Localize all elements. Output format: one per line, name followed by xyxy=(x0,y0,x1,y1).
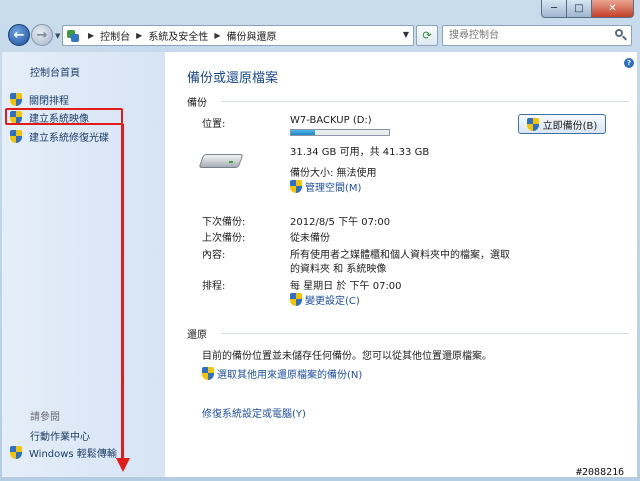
manage-space-link[interactable]: 管理空間(M) xyxy=(290,179,361,194)
back-button[interactable]: ← xyxy=(8,24,30,46)
close-button[interactable]: ✕ xyxy=(592,0,634,18)
change-settings-link[interactable]: 變更設定(C) xyxy=(290,292,360,307)
change-settings-label: 變更設定(C) xyxy=(305,296,360,307)
control-panel-icon xyxy=(66,29,80,43)
recover-settings-link[interactable]: 修復系統設定或電腦(Y) xyxy=(202,405,306,420)
location-value: W7-BACKUP (D:) xyxy=(290,115,372,126)
sidebar-link-action-center[interactable]: 行動作業中心 xyxy=(30,428,90,443)
breadcrumb-system-security[interactable]: 系統及安全性 xyxy=(148,28,208,43)
sidebar-item-create-repair-disc[interactable]: 建立系統修復光碟 xyxy=(10,128,109,144)
sidebar-item-label: Windows 輕鬆傳輸 xyxy=(29,448,117,460)
manage-space-label: 管理空間(M) xyxy=(305,183,362,194)
uac-shield-icon xyxy=(10,129,22,143)
annotation-arrow-head xyxy=(116,458,130,472)
backup-section-heading: 備份 xyxy=(187,98,207,109)
next-backup-label: 下次備份: xyxy=(202,217,246,228)
address-bar[interactable]: ▶ 控制台 ▶ 系統及安全性 ▶ 備份與還原 ▼ xyxy=(62,25,414,46)
contents-value-line2: 的資料夾 和 系統映像 xyxy=(290,264,387,275)
minimize-button[interactable]: ─ xyxy=(541,0,567,18)
forward-button[interactable]: → xyxy=(31,24,53,46)
breadcrumb-separator[interactable]: ▶ xyxy=(88,31,94,40)
address-dropdown-icon[interactable]: ▼ xyxy=(403,30,409,39)
navigation-bar: ← → ▼ ▶ 控制台 ▶ 系統及安全性 ▶ 備份與還原 ▼ ⟳ xyxy=(0,22,640,50)
disk-usage-bar xyxy=(290,129,390,136)
restore-description: 目前的備份位置並未儲存任何備份。您可以從其他位置還原檔案。 xyxy=(202,351,492,362)
window-controls: ─ □ ✕ xyxy=(541,0,634,18)
window-frame: ─ □ ✕ ← → ▼ ▶ 控制台 ▶ 系統及安全性 ▶ 備份與還原 ▼ ⟳ 控… xyxy=(0,0,640,481)
backup-now-button[interactable]: 立即備份(B) xyxy=(518,114,606,134)
select-other-backup-link[interactable]: 選取其他用來還原檔案的備份(N) xyxy=(202,366,362,381)
annotation-arrow-line xyxy=(121,124,124,460)
breadcrumb-backup-restore[interactable]: 備份與還原 xyxy=(226,28,276,43)
free-space-text: 31.34 GB 可用，共 41.33 GB xyxy=(290,147,430,158)
restore-section-heading: 還原 xyxy=(187,330,207,341)
recent-pages-button[interactable]: ▼ xyxy=(55,32,60,40)
sidebar-link-easy-transfer[interactable]: Windows 輕鬆傳輸 xyxy=(10,444,117,460)
uac-shield-icon xyxy=(10,92,22,106)
location-label: 位置: xyxy=(202,119,226,130)
contents-label: 內容: xyxy=(202,250,226,261)
uac-shield-icon xyxy=(526,117,539,131)
breadcrumb-separator[interactable]: ▶ xyxy=(136,31,142,40)
see-also-heading: 請參閱 xyxy=(30,412,60,423)
search-input[interactable] xyxy=(442,25,632,46)
breadcrumb-separator[interactable]: ▶ xyxy=(214,31,220,40)
sidebar-item-label: 關閉排程 xyxy=(29,95,69,107)
sidebar-control-panel-home[interactable]: 控制台首頁 xyxy=(30,64,80,79)
refresh-button[interactable]: ⟳ xyxy=(416,25,438,46)
uac-shield-icon xyxy=(10,445,22,459)
annotation-highlight-box xyxy=(5,108,123,125)
search-icon[interactable] xyxy=(614,28,628,42)
uac-shield-icon xyxy=(202,367,214,380)
schedule-value: 每 星期日 於 下午 07:00 xyxy=(290,281,402,292)
disk-usage-fill xyxy=(291,130,315,135)
next-backup-value: 2012/8/5 下午 07:00 xyxy=(290,217,391,228)
schedule-label: 排程: xyxy=(202,281,226,292)
main-content: ? 備份或還原檔案 備份 位置: W7-BACKUP (D:) 31.34 GB… xyxy=(165,52,637,477)
select-other-backup-label: 選取其他用來還原檔案的備份(N) xyxy=(217,370,363,381)
maximize-button[interactable]: □ xyxy=(567,0,592,18)
breadcrumb-control-panel[interactable]: 控制台 xyxy=(100,28,130,43)
page-title: 備份或還原檔案 xyxy=(187,71,279,86)
watermark-id: #2088216 xyxy=(576,467,625,478)
help-icon[interactable]: ? xyxy=(624,58,634,68)
contents-value-line1: 所有使用者之媒體櫃和個人資料夾中的檔案，選取 xyxy=(290,250,510,261)
backup-size-text: 備份大小: 無法使用 xyxy=(290,168,377,179)
section-divider xyxy=(221,333,629,334)
uac-shield-icon xyxy=(290,180,302,193)
hard-drive-icon xyxy=(198,148,244,170)
sidebar-item-label: 建立系統修復光碟 xyxy=(29,132,109,144)
section-divider xyxy=(221,101,629,102)
backup-now-label: 立即備份(B) xyxy=(542,120,598,132)
last-backup-label: 上次備份: xyxy=(202,233,246,244)
uac-shield-icon xyxy=(290,293,302,306)
last-backup-value: 從未備份 xyxy=(290,233,330,244)
sidebar-item-turn-off-schedule[interactable]: 關閉排程 xyxy=(10,91,69,107)
